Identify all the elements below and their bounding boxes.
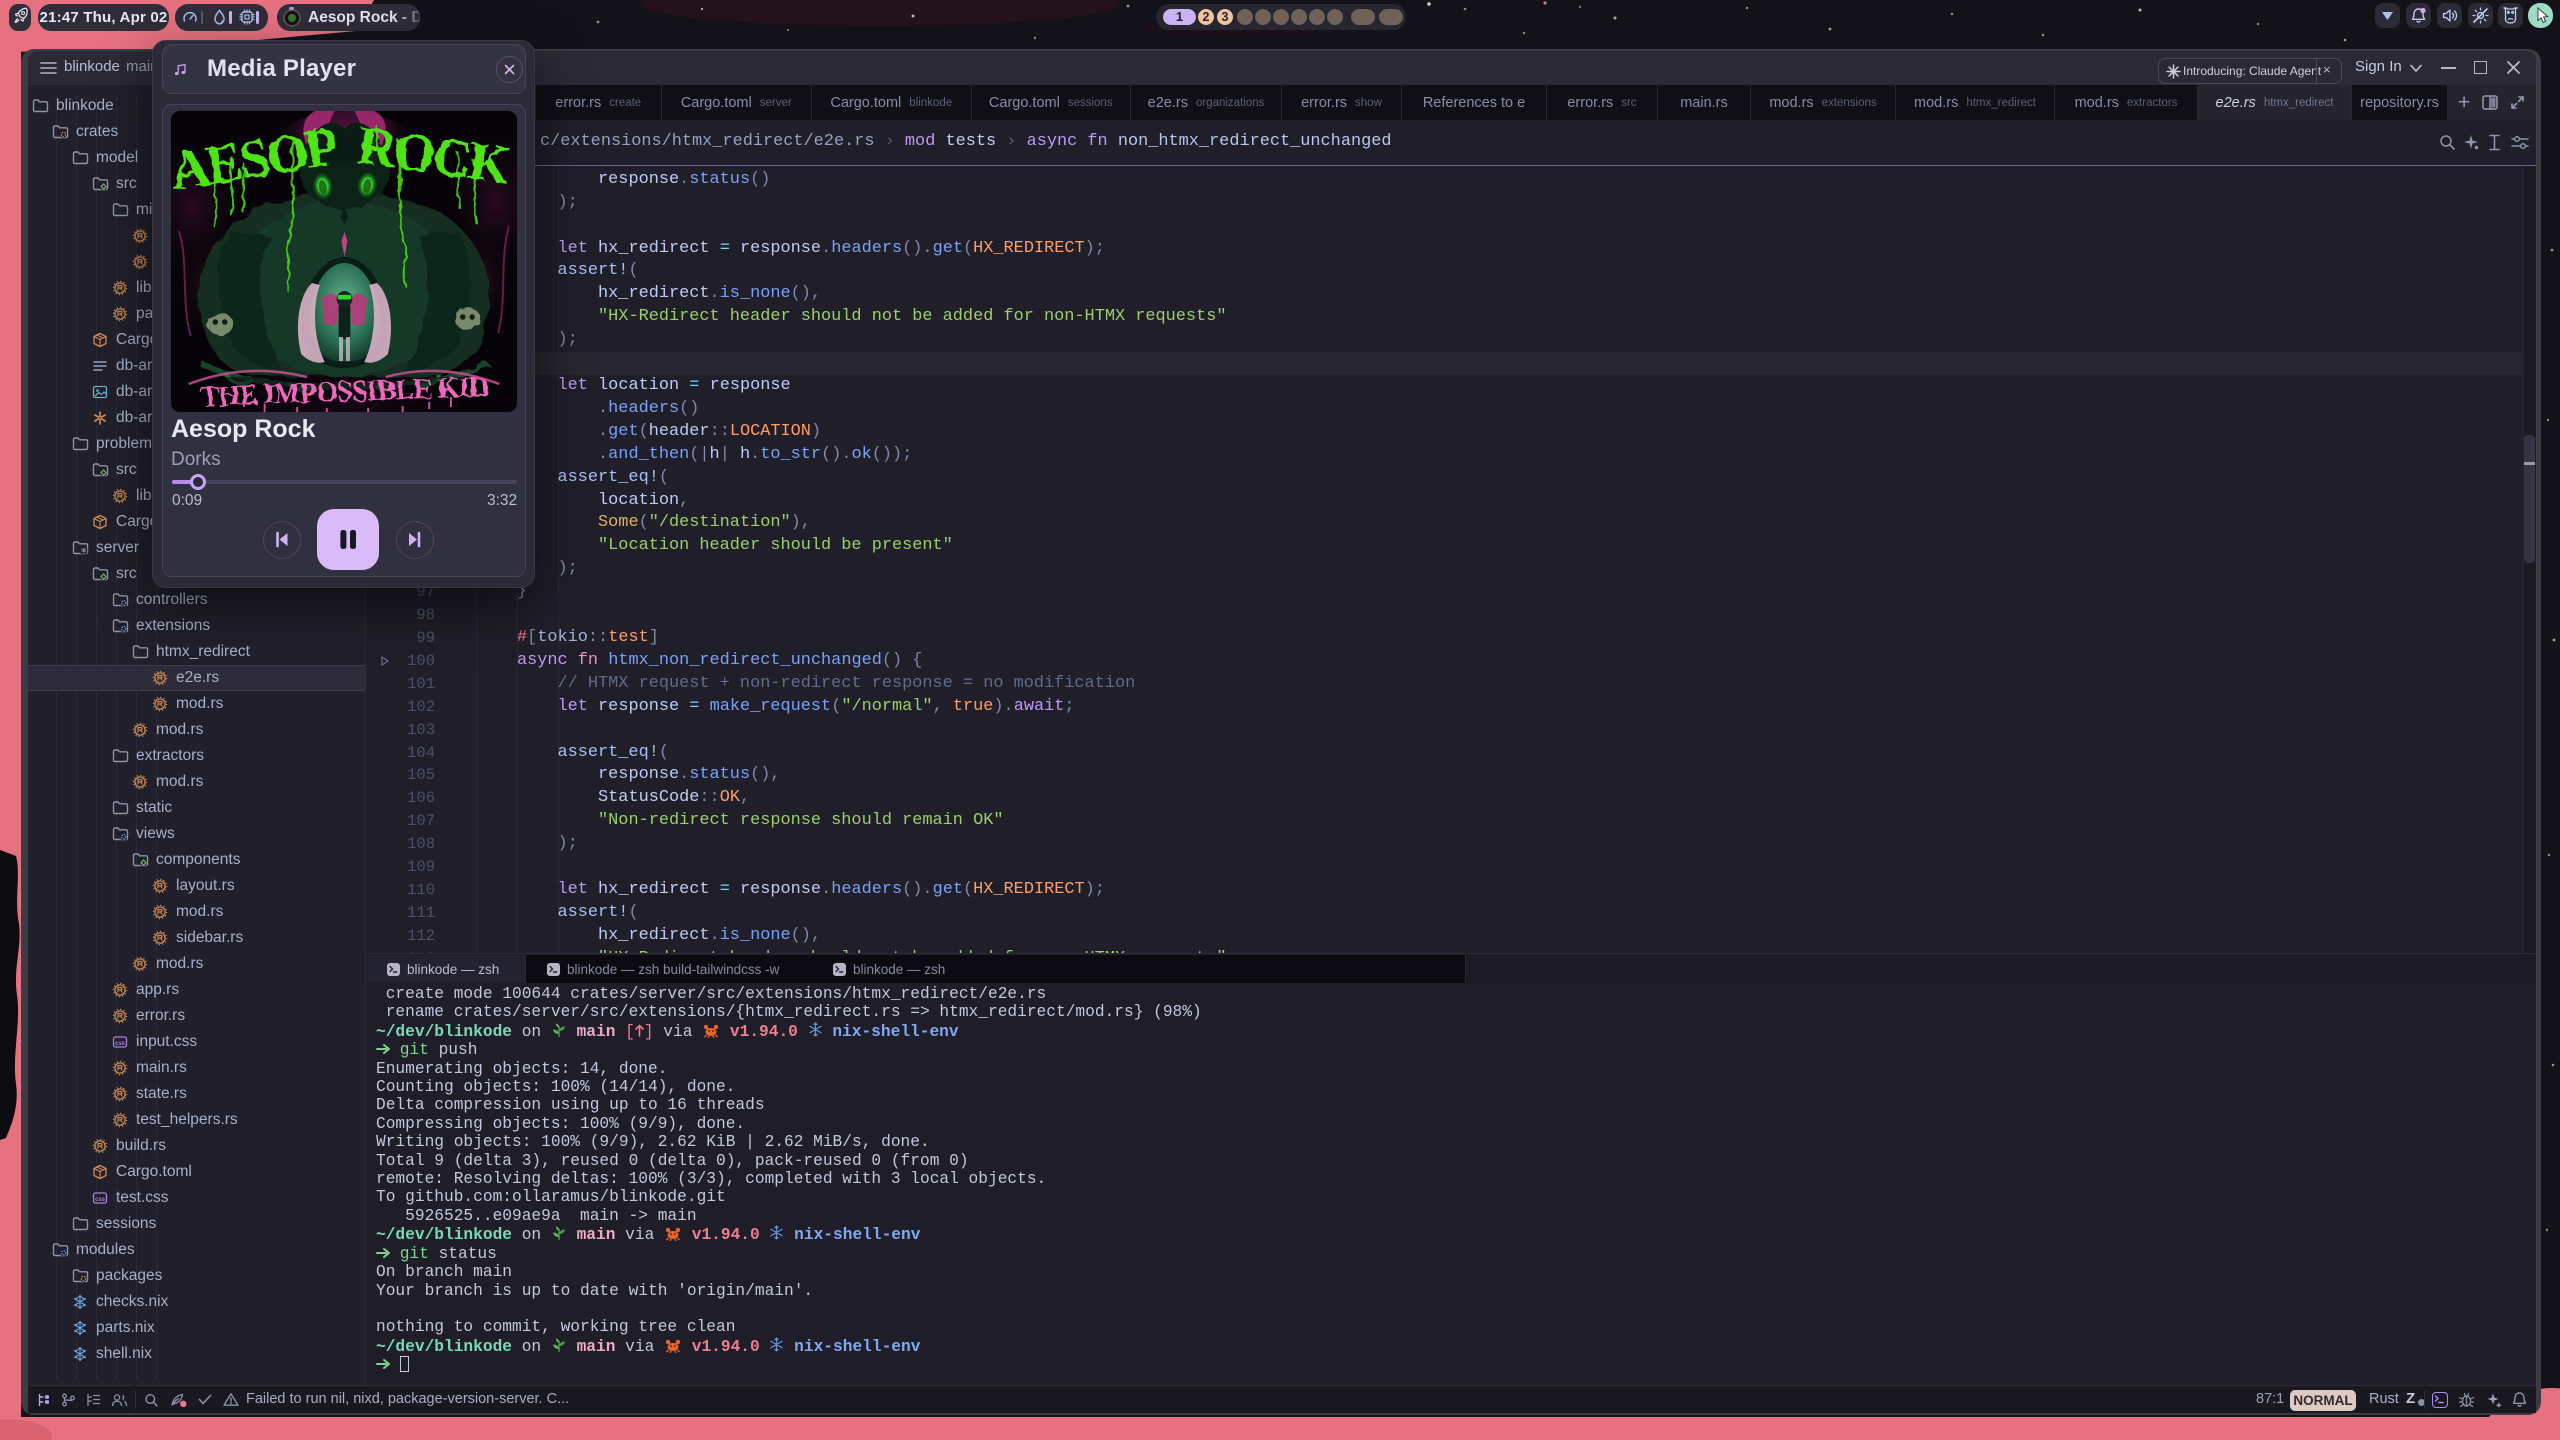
svg-text:css: css — [95, 1197, 106, 1203]
svg-text:css: css — [115, 1041, 126, 1047]
